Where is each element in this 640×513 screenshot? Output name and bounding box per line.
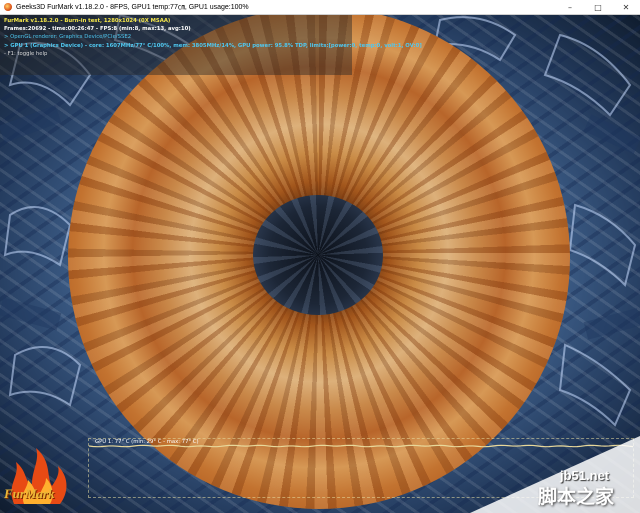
tunnel-tile (568, 203, 637, 287)
tunnel-tile (0, 297, 62, 331)
tunnel-tile (583, 308, 640, 340)
tunnel-tile (0, 105, 62, 143)
tunnel-tile (3, 206, 72, 267)
furmark-logo-text: FurMark (4, 486, 55, 501)
tunnel-tile (558, 343, 632, 427)
watermark-site: jb51.net (560, 468, 610, 483)
close-button[interactable]: ✕ (612, 0, 640, 14)
maximize-button[interactable]: □ (584, 0, 612, 14)
watermark-cn: 脚本之家 (538, 486, 615, 508)
tunnel-tile (583, 114, 640, 154)
hud-overlay: FurMark v1.18.2.0 - Burn-in test, 1280x1… (4, 17, 422, 58)
tunnel-tile (8, 346, 82, 407)
hud-help-hint: - F1: toggle help (4, 50, 48, 57)
window-title: Geeks3D FurMark v1.18.2.0 - 8FPS, GPU1 t… (16, 4, 249, 11)
furmark-app-icon (4, 3, 12, 11)
furmark-window: Geeks3D FurMark v1.18.2.0 - 8FPS, GPU1 t… (0, 0, 640, 513)
title-bar[interactable]: Geeks3D FurMark v1.18.2.0 - 8FPS, GPU1 t… (0, 0, 640, 15)
hud-renderer-info: > OpenGL renderer: Graphics Device/PCIe/… (4, 34, 132, 41)
window-controls: – □ ✕ (556, 0, 640, 14)
hud-frames-info: Frames:20692 - time:00:26:47 - FPS:8 (mi… (4, 26, 191, 33)
hud-gpu-info: > GPU 1 (Graphics Device) - core: 1607MH… (4, 42, 422, 49)
minimize-button[interactable]: – (556, 0, 584, 14)
tunnel-tile (543, 33, 632, 117)
eye-pupil (253, 195, 383, 315)
hud-test-info: FurMark v1.18.2.0 - Burn-in test, 1280x1… (4, 18, 171, 24)
